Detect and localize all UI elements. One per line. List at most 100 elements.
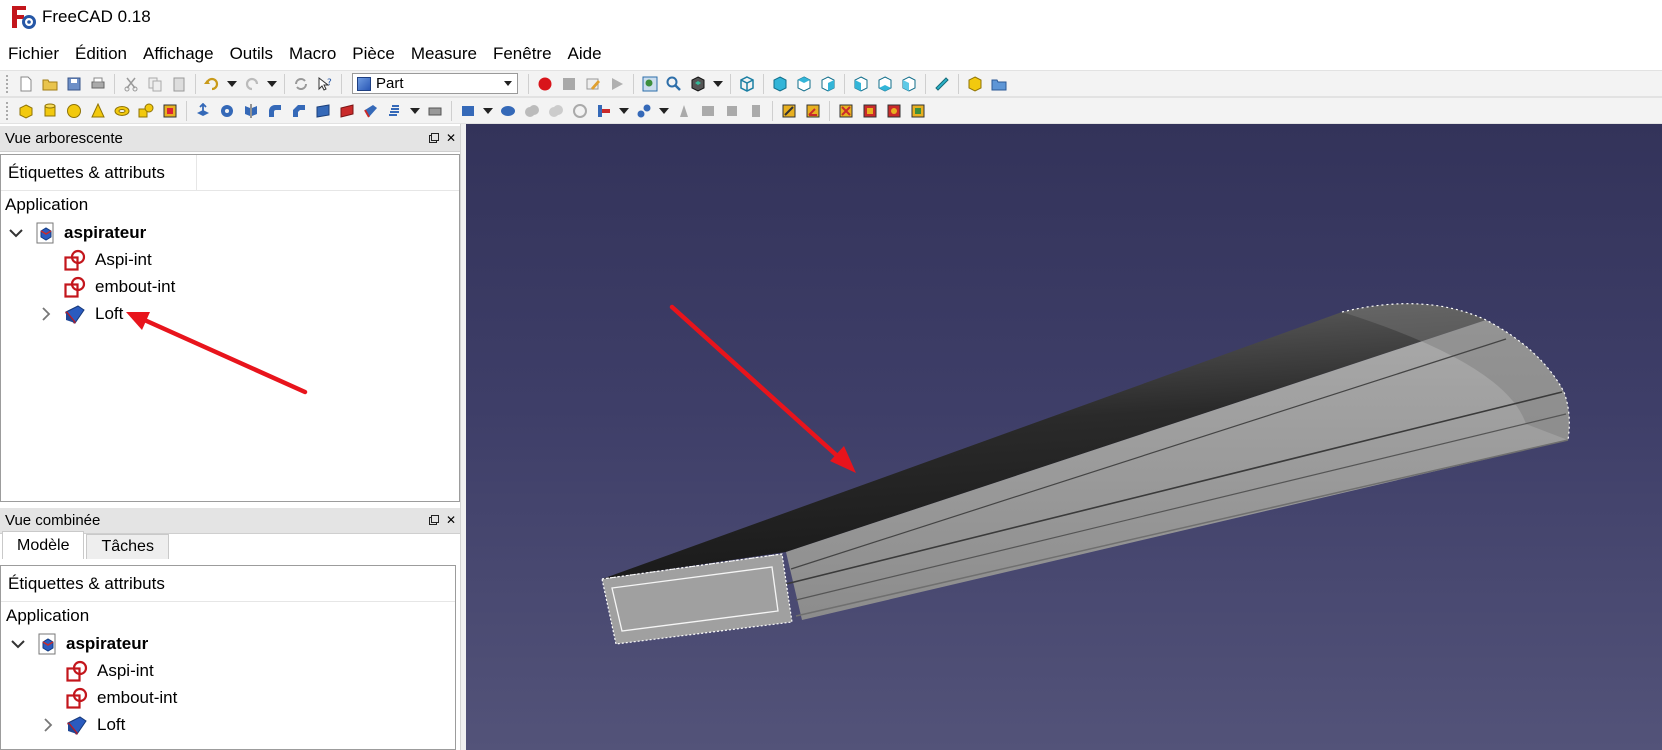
fillet-icon[interactable] (264, 100, 286, 122)
chevron-down-icon[interactable] (9, 635, 27, 653)
create-primitives-icon[interactable] (135, 100, 157, 122)
open-folder-icon[interactable] (39, 73, 61, 95)
tree-item-embout-int[interactable]: embout-int (1, 273, 459, 300)
join-features-icon[interactable] (593, 100, 615, 122)
measure-distance-icon[interactable] (931, 73, 953, 95)
undo-dropdown-icon[interactable] (227, 80, 237, 87)
check-geometry-icon[interactable] (697, 100, 719, 122)
section-dropdown-icon[interactable] (410, 107, 420, 114)
menu-fichier[interactable]: Fichier (8, 40, 67, 68)
loft-model[interactable] (466, 124, 1662, 750)
combo-document-row[interactable]: aspirateur (1, 630, 455, 657)
sphere-icon[interactable] (63, 100, 85, 122)
extrude-icon[interactable] (192, 100, 214, 122)
print-icon[interactable] (87, 73, 109, 95)
cylinder-icon[interactable] (39, 100, 61, 122)
menu-piece[interactable]: Pièce (344, 40, 403, 68)
tab-modele[interactable]: Modèle (2, 531, 85, 559)
chamfer-icon[interactable] (288, 100, 310, 122)
menu-aide[interactable]: Aide (560, 40, 610, 68)
split-icon[interactable] (633, 100, 655, 122)
shape-builder-icon[interactable] (159, 100, 181, 122)
mirror-icon[interactable] (240, 100, 262, 122)
cut-shape-icon[interactable] (497, 100, 519, 122)
draw-style-dropdown-icon[interactable] (713, 80, 723, 87)
close-panel-icon[interactable]: ✕ (444, 513, 458, 527)
toolbar-grip[interactable] (6, 101, 10, 120)
3d-viewport[interactable] (466, 124, 1662, 750)
tree-root-row[interactable]: Application (1, 191, 459, 219)
macro-run-icon[interactable] (606, 73, 628, 95)
menu-affichage[interactable]: Affichage (135, 40, 222, 68)
view-right-icon[interactable] (817, 73, 839, 95)
view-left-icon[interactable] (898, 73, 920, 95)
measure-toggle-3d-icon[interactable] (883, 100, 905, 122)
split-dropdown-icon[interactable] (659, 107, 669, 114)
make-face-icon[interactable] (312, 100, 334, 122)
chevron-right-icon[interactable] (39, 716, 57, 734)
cube-icon[interactable] (15, 100, 37, 122)
save-icon[interactable] (63, 73, 85, 95)
chevron-down-icon[interactable] (7, 224, 25, 242)
view-rear-icon[interactable] (850, 73, 872, 95)
ruled-surface-icon[interactable] (336, 100, 358, 122)
float-panel-icon[interactable] (427, 131, 441, 145)
revolve-icon[interactable] (216, 100, 238, 122)
combo-item-aspi-int[interactable]: Aspi-int (1, 657, 455, 684)
undo-icon[interactable] (201, 73, 223, 95)
draw-style-icon[interactable] (687, 73, 709, 95)
offset-icon[interactable] (424, 100, 446, 122)
cut-icon[interactable] (120, 73, 142, 95)
redo-icon[interactable] (241, 73, 263, 95)
shape-refine-icon[interactable] (745, 100, 767, 122)
create-part-icon[interactable] (964, 73, 986, 95)
paste-icon[interactable] (168, 73, 190, 95)
create-group-icon[interactable] (988, 73, 1010, 95)
menu-macro[interactable]: Macro (281, 40, 344, 68)
combo-item-embout-int[interactable]: embout-int (1, 684, 455, 711)
torus-icon[interactable] (111, 100, 133, 122)
macro-stop-icon[interactable] (558, 73, 580, 95)
menu-measure[interactable]: Measure (403, 40, 485, 68)
tree-item-aspi-int[interactable]: Aspi-int (1, 246, 459, 273)
measure-toggle-delta-icon[interactable] (907, 100, 929, 122)
cone-icon[interactable] (87, 100, 109, 122)
chevron-right-icon[interactable] (37, 305, 55, 323)
sweep-icon[interactable] (384, 100, 406, 122)
workbench-selector[interactable]: Part (352, 73, 518, 94)
view-top-icon[interactable] (793, 73, 815, 95)
join-dropdown-icon[interactable] (619, 107, 629, 114)
view-bottom-icon[interactable] (874, 73, 896, 95)
toolbar-grip[interactable] (6, 74, 10, 93)
measure-refresh-icon[interactable] (835, 100, 857, 122)
compound-icon[interactable] (673, 100, 695, 122)
refresh-icon[interactable] (290, 73, 312, 95)
loft-icon[interactable] (360, 100, 382, 122)
fit-selection-icon[interactable] (663, 73, 685, 95)
boolean-dropdown-icon[interactable] (483, 107, 493, 114)
menu-fenetre[interactable]: Fenêtre (485, 40, 560, 68)
tab-taches[interactable]: Tâches (86, 534, 169, 559)
view-front-icon[interactable] (769, 73, 791, 95)
redo-dropdown-icon[interactable] (267, 80, 277, 87)
xor-icon[interactable] (569, 100, 591, 122)
menu-outils[interactable]: Outils (222, 40, 281, 68)
close-panel-icon[interactable]: ✕ (444, 131, 458, 145)
tree-document-row[interactable]: aspirateur (1, 219, 459, 246)
measure-clear-icon[interactable] (859, 100, 881, 122)
defeaturing-icon[interactable] (721, 100, 743, 122)
combo-item-loft[interactable]: Loft (1, 711, 455, 738)
whats-this-icon[interactable]: ? (314, 73, 336, 95)
measure-angular-icon[interactable] (802, 100, 824, 122)
common-icon[interactable] (545, 100, 567, 122)
menu-edition[interactable]: Édition (67, 40, 135, 68)
fuse-icon[interactable] (521, 100, 543, 122)
measure-linear-icon[interactable] (778, 100, 800, 122)
fit-all-icon[interactable] (639, 73, 661, 95)
float-panel-icon[interactable] (427, 513, 441, 527)
macro-edit-icon[interactable] (582, 73, 604, 95)
view-isometric-icon[interactable] (736, 73, 758, 95)
new-document-icon[interactable] (15, 73, 37, 95)
macro-record-icon[interactable] (534, 73, 556, 95)
combo-root-row[interactable]: Application (1, 602, 455, 630)
